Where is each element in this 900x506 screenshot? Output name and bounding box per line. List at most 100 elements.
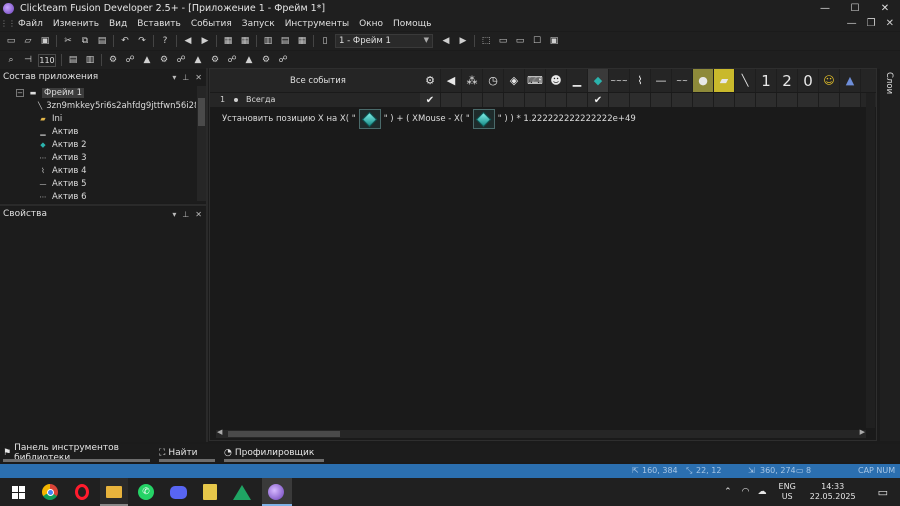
event-editor-icon[interactable]: ▥ [261, 34, 275, 48]
menu-insert[interactable]: Вставить [132, 19, 186, 29]
zoom-value[interactable]: 110 [38, 53, 56, 67]
panel-close-icon[interactable]: ✕ [195, 210, 202, 219]
line-icon[interactable]: — [651, 69, 672, 92]
event-condition[interactable]: Всегда [246, 95, 275, 104]
workspace-scrollbar[interactable] [197, 86, 206, 201]
digit-two-icon[interactable]: 2 [777, 69, 798, 92]
tree-item[interactable]: ╲ 3zn9mkkey5ri6s2ahfdg9jttfwn56i28 [0, 99, 196, 112]
run-icon[interactable]: ☍ [123, 53, 137, 67]
build-icon[interactable]: ▲ [140, 53, 154, 67]
scroll-right-icon[interactable]: ▶ [860, 428, 865, 436]
build-frame-icon[interactable]: ▲ [191, 53, 205, 67]
doc-close-button[interactable]: ✕ [886, 18, 894, 29]
action-cell[interactable] [756, 93, 777, 107]
minimize-button[interactable]: — [810, 0, 840, 16]
notification-icon[interactable]: ▭ [878, 486, 888, 499]
menu-tools[interactable]: Инструменты [280, 19, 354, 29]
action-cell[interactable] [651, 93, 672, 107]
pin-icon[interactable]: ⊥ [182, 210, 189, 219]
timer-icon[interactable]: ◷ [483, 69, 504, 92]
keyboard-icon[interactable]: ⌨ [525, 69, 546, 92]
next-frame-icon[interactable]: ▶ [456, 34, 470, 48]
notes-icon[interactable] [200, 482, 220, 502]
frame-editor-icon[interactable]: ▦ [238, 34, 252, 48]
start-icon[interactable] [8, 482, 28, 502]
book-icon[interactable]: ▯ [318, 34, 332, 48]
doc-minimize-button[interactable]: — [847, 18, 857, 29]
comment-icon[interactable]: ▣ [547, 34, 561, 48]
menu-help[interactable]: Помощь [388, 19, 436, 29]
new-file-icon[interactable]: ▭ [4, 34, 18, 48]
fusion-icon[interactable] [266, 482, 286, 502]
editor-vertical-scrollbar[interactable] [866, 93, 875, 428]
vertical-splitter[interactable] [206, 68, 208, 442]
tree-item[interactable]: — Актив 5 [0, 177, 196, 190]
settings-icon[interactable]: ⚙ [106, 53, 120, 67]
tools-icon[interactable]: ⚙ [259, 53, 273, 67]
storyboard-icon[interactable]: ⁂ [462, 69, 483, 92]
menu-window[interactable]: Окно [354, 19, 388, 29]
chevron-up-icon[interactable]: ⌃ [724, 487, 732, 497]
doc-restore-button[interactable]: ❐ [867, 18, 876, 29]
action-expression[interactable]: Установить позицию X на X( " " ) + ( XMo… [222, 108, 636, 130]
all-events-label[interactable]: Все события [290, 76, 346, 86]
action-cell[interactable] [609, 93, 630, 107]
sound-icon[interactable]: ◀︎ [441, 69, 462, 92]
scroll-thumb[interactable] [198, 98, 205, 126]
tree-item[interactable]: ◆ Актив 2 [0, 138, 196, 151]
horizontal-splitter[interactable] [0, 204, 206, 206]
forward-icon[interactable]: ▶ [198, 34, 212, 48]
paste-icon[interactable]: ▤ [95, 34, 109, 48]
chrome-icon[interactable] [40, 482, 60, 502]
action-cell[interactable] [546, 93, 567, 107]
frame-select[interactable]: 1 - Фрейм 1 ▼ [335, 34, 433, 48]
action-cell[interactable] [567, 93, 588, 107]
action-cell[interactable] [714, 93, 735, 107]
menu-file[interactable]: Файл [13, 19, 48, 29]
text-icon[interactable]: ~~ [672, 69, 693, 92]
discord-icon[interactable] [168, 482, 188, 502]
action-cell[interactable] [462, 93, 483, 107]
stick-icon[interactable]: ╲ [735, 69, 756, 92]
whatsapp-icon[interactable]: ✆ [136, 482, 156, 502]
preview-icon[interactable]: ☍ [225, 53, 239, 67]
display-icon[interactable]: ▭ [513, 34, 527, 48]
cloud-icon[interactable]: ☁ [758, 487, 767, 497]
create-icon[interactable]: ◈ [504, 69, 525, 92]
pin-icon[interactable]: ⊥ [182, 73, 189, 82]
debug-icon[interactable]: ⚙ [157, 53, 171, 67]
system-icon[interactable]: ⚙ [420, 69, 441, 92]
triangle-icon[interactable]: ▲ [840, 69, 861, 92]
menu-events[interactable]: События [186, 19, 237, 29]
action-cell[interactable] [630, 93, 651, 107]
text-icon[interactable]: ~~~ [609, 69, 630, 92]
export-icon[interactable]: ▲ [242, 53, 256, 67]
test-icon[interactable]: ⚙ [208, 53, 222, 67]
search-icon[interactable]: ⌕ [4, 53, 18, 67]
clock[interactable]: 14:33 22.05.2025 [810, 482, 856, 502]
help-icon[interactable]: ? [158, 34, 172, 48]
digit-one-icon[interactable]: 1 [756, 69, 777, 92]
editor-horizontal-scrollbar[interactable]: ◀ ▶ [216, 428, 866, 438]
tree-item-frame[interactable]: − ▬ Фрейм 1 [0, 86, 196, 99]
undo-icon[interactable]: ↶ [118, 34, 132, 48]
wifi-icon[interactable]: ◠ [742, 487, 750, 497]
event-list-icon[interactable]: ▤ [278, 34, 292, 48]
drive-icon[interactable] [232, 482, 252, 502]
select-icon[interactable]: ⬚ [479, 34, 493, 48]
run-frame-icon[interactable]: ☍ [174, 53, 188, 67]
action-cell[interactable] [777, 93, 798, 107]
action-cell-diamond[interactable]: ✔ [588, 93, 609, 107]
event-row[interactable]: 1 Всегда ✔ ✔ [210, 93, 876, 107]
action-cell[interactable] [441, 93, 462, 107]
grid-icon[interactable]: ▭ [496, 34, 510, 48]
opera-icon[interactable] [72, 482, 92, 502]
action-cell[interactable] [819, 93, 840, 107]
action-cell-system[interactable]: ✔ [420, 93, 441, 107]
panel-menu-icon[interactable]: ▾ [172, 73, 176, 82]
columns-icon[interactable]: ▥ [83, 53, 97, 67]
tree-item[interactable]: ⌇ Актив 4 [0, 164, 196, 177]
emoji-icon[interactable]: ☺ [819, 69, 840, 92]
layers-tab[interactable]: Слои [880, 68, 900, 441]
back-icon[interactable]: ◀ [181, 34, 195, 48]
